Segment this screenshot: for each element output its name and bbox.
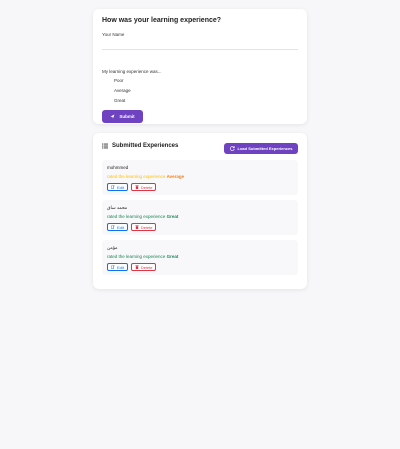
entry-rating-text: rated the learning experience Great bbox=[107, 254, 178, 259]
delete-button[interactable]: Delete bbox=[130, 223, 157, 231]
delete-label: Delete bbox=[140, 224, 153, 230]
edit-icon bbox=[111, 265, 115, 269]
edit-label: Edit bbox=[117, 184, 124, 190]
edit-label: Edit bbox=[117, 224, 124, 230]
experience-label: My learning experience was... bbox=[102, 69, 162, 74]
submitted-experiences-card: Submitted Experiences Load Submitted Exp… bbox=[93, 133, 307, 289]
submit-label: Submit bbox=[119, 114, 135, 119]
edit-button[interactable]: Edit bbox=[107, 223, 128, 231]
paper-plane-icon bbox=[110, 114, 115, 119]
entry-name: mohmmed bbox=[107, 165, 129, 170]
radio-poor[interactable] bbox=[102, 77, 109, 84]
radio-poor-label: Poor bbox=[114, 78, 124, 83]
name-label: Your Name bbox=[102, 32, 125, 37]
delete-button[interactable]: Delete bbox=[130, 263, 157, 271]
delete-label: Delete bbox=[140, 184, 153, 190]
entry-actions: Edit Delete bbox=[107, 263, 157, 271]
feedback-form-card: How was your learning experience? Your N… bbox=[93, 9, 307, 124]
trash-icon bbox=[135, 265, 139, 269]
radio-option-poor[interactable]: Poor bbox=[102, 77, 124, 84]
edit-icon bbox=[111, 225, 115, 229]
entry-rating-prefix: rated the learning experience bbox=[107, 174, 166, 179]
trash-icon bbox=[135, 225, 139, 229]
submitted-title: Submitted Experiences bbox=[112, 143, 179, 149]
refresh-icon bbox=[229, 146, 235, 151]
entry-actions: Edit Delete bbox=[107, 223, 157, 231]
load-label: Load Submitted Experiences bbox=[237, 146, 293, 151]
entry-actions: Edit Delete bbox=[107, 183, 157, 191]
entry-rating-prefix: rated the learning experience bbox=[107, 214, 166, 219]
entry-rating-value: Great bbox=[166, 214, 179, 219]
radio-great[interactable] bbox=[102, 97, 109, 104]
delete-button[interactable]: Delete bbox=[130, 183, 157, 191]
radio-average-label: Average bbox=[114, 88, 131, 93]
entry-name: مؤمن bbox=[107, 245, 118, 250]
edit-button[interactable]: Edit bbox=[107, 183, 128, 191]
edit-icon bbox=[111, 185, 115, 189]
entry-rating-text: rated the learning experience Great bbox=[107, 214, 178, 219]
radio-great-label: Great bbox=[114, 98, 126, 103]
radio-average[interactable] bbox=[102, 87, 109, 94]
experience-entry: مؤمن rated the learning experience Great… bbox=[102, 240, 298, 275]
trash-icon bbox=[135, 185, 139, 189]
load-submitted-button[interactable]: Load Submitted Experiences bbox=[224, 143, 298, 154]
form-title: How was your learning experience? bbox=[102, 17, 222, 24]
submitted-header: Submitted Experiences bbox=[102, 143, 178, 149]
entry-rating-text: rated the learning experience Average bbox=[107, 174, 184, 179]
delete-label: Delete bbox=[140, 264, 153, 270]
name-input[interactable] bbox=[102, 40, 298, 50]
edit-button[interactable]: Edit bbox=[107, 263, 128, 271]
submit-button[interactable]: Submit bbox=[102, 110, 143, 123]
entry-rating-value: Average bbox=[166, 174, 185, 179]
experience-entry: mohmmed rated the learning experience Av… bbox=[102, 160, 298, 195]
radio-option-average[interactable]: Average bbox=[102, 87, 131, 94]
radio-option-great[interactable]: Great bbox=[102, 97, 125, 104]
entry-rating-value: Great bbox=[166, 254, 179, 259]
list-icon bbox=[102, 143, 108, 149]
experience-entry: محمد ساق rated the learning experience G… bbox=[102, 200, 298, 235]
edit-label: Edit bbox=[117, 264, 124, 270]
entry-name: محمد ساق bbox=[107, 205, 128, 210]
entry-rating-prefix: rated the learning experience bbox=[107, 254, 166, 259]
